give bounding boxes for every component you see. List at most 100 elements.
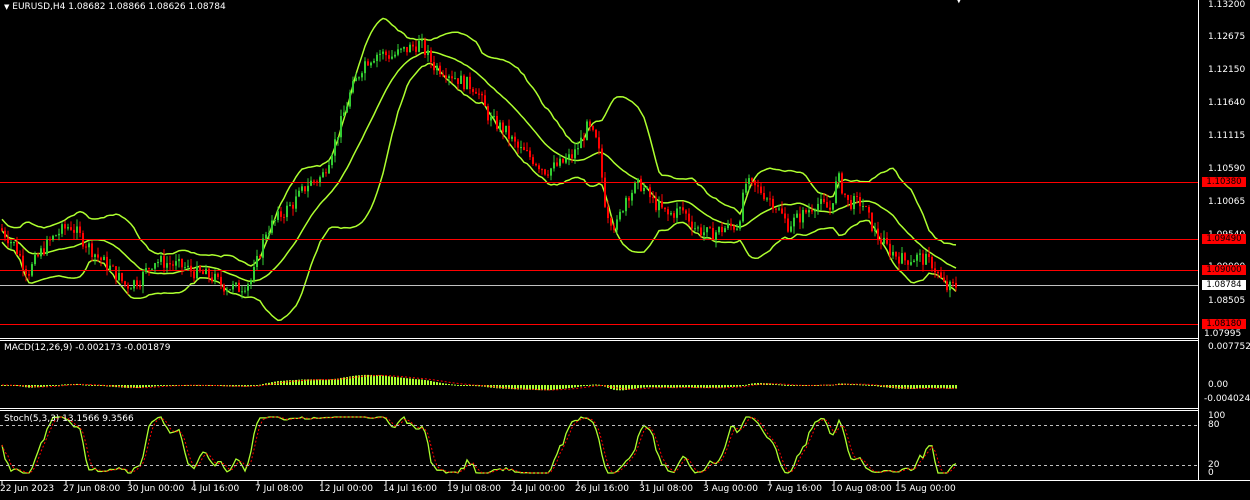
candle-body	[406, 46, 408, 53]
candle-body	[652, 197, 654, 199]
candle-body	[7, 237, 9, 244]
candle-body	[259, 255, 261, 258]
macd-bar	[403, 377, 405, 385]
candle-body	[709, 227, 711, 229]
candle-body	[226, 289, 228, 292]
candle-body	[118, 273, 120, 281]
level-price-box: 1.10380	[1202, 177, 1246, 187]
candle-body	[691, 221, 693, 229]
candle-body	[793, 217, 795, 227]
candle-body	[355, 78, 357, 82]
candle-body	[286, 205, 288, 218]
candle-body	[646, 187, 648, 189]
candle-body	[229, 289, 231, 291]
candle-body	[184, 267, 186, 269]
current-price-box: 1.08784	[1202, 280, 1246, 290]
macd-bar	[373, 375, 375, 385]
macd-bar	[649, 385, 651, 388]
candle-body	[4, 230, 6, 238]
candle-body	[451, 76, 453, 79]
candle-body	[232, 284, 234, 290]
candle-body	[862, 206, 864, 208]
candle-body	[568, 154, 570, 159]
candle-body	[163, 256, 165, 268]
level-price-box: 1.09490	[1202, 234, 1246, 244]
trading-chart[interactable]: ▼ EURUSD,H4 1.08682 1.08866 1.08626 1.08…	[0, 0, 1250, 500]
macd-bar	[445, 383, 447, 385]
candle-body	[319, 177, 321, 183]
scroll-marker-icon[interactable]: ▼	[955, 0, 963, 5]
level-price-box: 1.09000	[1202, 265, 1246, 275]
candle-body	[256, 255, 258, 268]
candle-body	[571, 154, 573, 159]
candle-body	[676, 208, 678, 218]
candle-body	[505, 125, 507, 133]
macd-bar	[637, 385, 639, 389]
candle-body	[331, 155, 333, 166]
candle-body	[370, 62, 372, 66]
x-tick-label: 12 Jul 00:00	[319, 484, 373, 494]
macd-bar	[112, 385, 114, 387]
candle-body	[145, 268, 147, 272]
candle-body	[262, 238, 264, 258]
candle-body	[310, 180, 312, 186]
chart-canvas[interactable]	[0, 0, 1250, 500]
candle-body	[763, 192, 765, 200]
candle-body	[715, 232, 717, 241]
macd-bar	[559, 385, 561, 390]
macd-bar	[550, 385, 552, 391]
x-tick-label: 10 Aug 08:00	[831, 484, 892, 494]
macd-tick-label: -0.004024	[1204, 394, 1250, 404]
x-tick-label: 3 Aug 00:00	[703, 484, 758, 494]
candle-body	[751, 178, 753, 181]
macd-bar	[562, 385, 564, 389]
candle-body	[469, 76, 471, 90]
candle-body	[772, 198, 774, 209]
candle-body	[658, 201, 660, 211]
candle-body	[637, 178, 639, 183]
macd-bar	[430, 380, 432, 385]
macd-bar	[784, 384, 786, 386]
macd-bar	[574, 385, 576, 388]
y-tick-label: 1.08505	[1208, 296, 1246, 306]
y-tick-label: 1.11115	[1208, 131, 1246, 141]
candle-body	[343, 112, 345, 117]
candle-body	[88, 243, 90, 248]
candle-body	[82, 232, 84, 247]
candle-body	[1, 228, 3, 231]
candle-body	[112, 265, 114, 267]
candle-body	[595, 129, 597, 138]
candle-body	[442, 74, 444, 76]
candle-body	[745, 183, 747, 193]
macd-bar	[646, 385, 648, 388]
triangle-down-icon[interactable]: ▼	[4, 3, 9, 11]
macd-bar	[640, 385, 642, 388]
macd-bar	[937, 385, 939, 389]
candle-body	[46, 239, 48, 255]
candle-body	[40, 248, 42, 257]
candle-body	[754, 180, 756, 186]
candle-body	[349, 92, 351, 107]
macd-bar	[433, 381, 435, 385]
candle-body	[19, 254, 21, 256]
candle-body	[190, 265, 192, 272]
horizontal-levels	[0, 182, 1198, 325]
candle-body	[472, 89, 474, 92]
macd-bar	[136, 385, 138, 389]
macd-bar	[742, 385, 744, 386]
x-tick-label: 30 Jun 00:00	[127, 484, 185, 494]
candle-body	[517, 141, 519, 148]
macd-bar	[436, 382, 438, 385]
macd-bar	[154, 385, 156, 387]
candle-body	[367, 61, 369, 66]
candle-body	[898, 256, 900, 264]
candle-body	[235, 282, 237, 285]
candle-body	[886, 237, 888, 244]
candle-body	[391, 56, 393, 59]
candle-body	[787, 218, 789, 232]
candle-body	[901, 253, 903, 264]
candle-body	[799, 213, 801, 223]
candle-body	[307, 185, 309, 192]
candle-body	[202, 271, 204, 275]
candle-body	[124, 281, 126, 285]
